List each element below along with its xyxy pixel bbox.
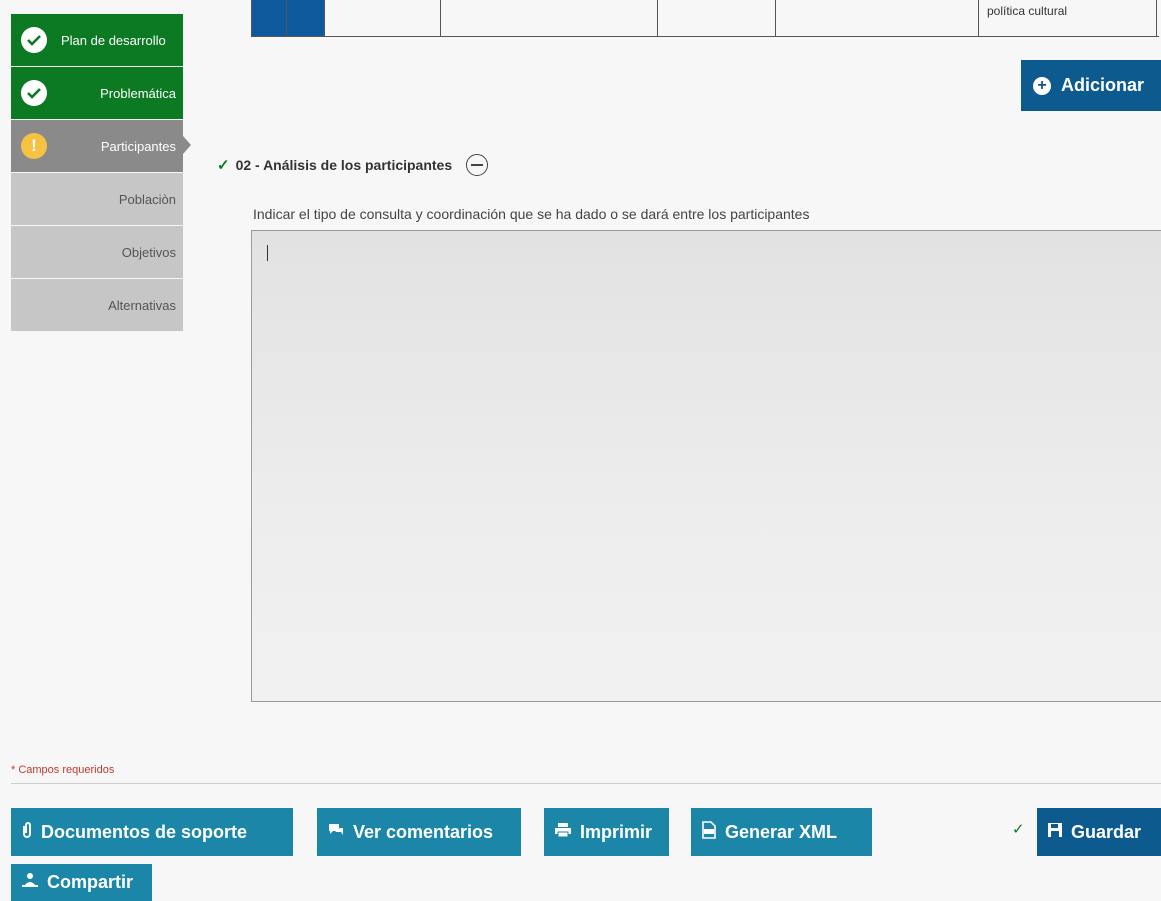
wizard-sidebar: Plan de desarrollo Problemática ! Partic… (11, 14, 191, 332)
guardar-button[interactable]: Guardar (1037, 808, 1161, 856)
imprimir-button[interactable]: Imprimir (544, 808, 669, 856)
table-cell (287, 0, 325, 36)
sidebar-item-label: Alternativas (108, 297, 176, 313)
sidebar-item-problematica[interactable]: Problemática (11, 67, 183, 119)
check-icon: ✓ (1012, 821, 1025, 838)
sidebar-item-label: Problemática (100, 85, 176, 101)
table-cell (325, 0, 441, 36)
comments-icon (327, 822, 345, 843)
save-icon (1047, 822, 1063, 843)
add-button[interactable]: + Adicionar (1021, 60, 1161, 111)
add-button-label: Adicionar (1061, 75, 1145, 95)
sidebar-item-label: Plan de desarrollo (61, 32, 166, 48)
table-cell (251, 0, 287, 36)
documentos-soporte-button[interactable]: Documentos de soporte (11, 808, 293, 856)
footer-divider (11, 783, 1161, 784)
sidebar-item-label: Objetivos (121, 244, 176, 260)
field-label: Indicar el tipo de consulta y coordinaci… (253, 206, 810, 222)
table-cell: política cultural (979, 0, 1157, 36)
text-caret (267, 245, 268, 261)
button-label: Imprimir (580, 821, 653, 842)
sidebar-item-objetivos[interactable]: Objetivos (11, 226, 183, 278)
share-user-icon (21, 872, 39, 893)
check-icon: ✓ (217, 157, 230, 174)
sidebar-item-label: Participantes (100, 138, 176, 154)
sidebar-item-alternativas[interactable]: Alternativas (11, 279, 183, 331)
button-label: Guardar (1071, 821, 1142, 842)
collapse-icon[interactable] (466, 154, 489, 176)
print-icon (554, 822, 572, 843)
ver-comentarios-button[interactable]: Ver comentarios (317, 808, 521, 856)
check-circle-icon (21, 27, 47, 53)
table-cell (658, 0, 776, 36)
sidebar-item-poblacion[interactable]: Poblaciòn (11, 173, 183, 225)
participants-table-fragment: política cultural (251, 0, 1159, 37)
compartir-button[interactable]: Compartir (11, 864, 152, 901)
table-cell (441, 0, 658, 36)
warning-circle-icon: ! (21, 133, 47, 159)
paperclip-icon (21, 821, 33, 844)
sidebar-item-participantes[interactable]: ! Participantes (11, 120, 191, 172)
button-label: Ver comentarios (353, 821, 494, 842)
button-label: Documentos de soporte (41, 821, 248, 842)
plus-circle-icon: + (1033, 76, 1051, 95)
section-header: ✓ 02 - Análisis de los participantes (217, 154, 489, 176)
required-fields-note: * Campos requeridos (11, 764, 115, 776)
xml-file-icon (701, 820, 717, 844)
table-cell (776, 0, 979, 36)
sidebar-item-plan-de-desarrollo[interactable]: Plan de desarrollo (11, 14, 183, 66)
check-circle-icon (21, 80, 47, 106)
section-title: 02 - Análisis de los participantes (235, 157, 453, 173)
participants-analysis-textarea[interactable] (251, 230, 1161, 702)
button-label: Compartir (47, 872, 134, 892)
button-label: Generar XML (725, 821, 838, 842)
generar-xml-button[interactable]: Generar XML (691, 808, 872, 856)
sidebar-item-label: Poblaciòn (118, 191, 176, 207)
